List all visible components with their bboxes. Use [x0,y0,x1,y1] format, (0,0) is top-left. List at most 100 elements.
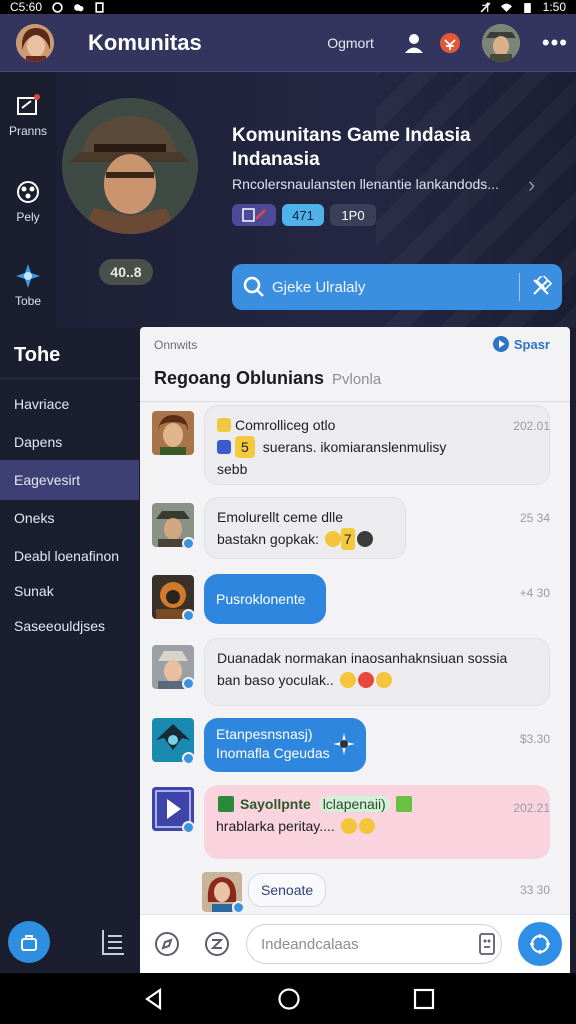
mute-icon [480,1,491,12]
message-bubble[interactable]: Sayollpnte lclapenaii) hrablarka peritay… [204,785,550,859]
channel-item-label: Saseeouldjses [14,618,106,634]
message-text: Comrolliceg otlo [235,417,336,433]
search-bar [232,264,562,310]
system-nav-bar [0,973,576,1024]
message-bubble[interactable]: Comrolliceg otlo 5 suerans. ikomiaranslen… [204,405,550,485]
gem-icon [395,796,412,812]
message-text: suerans. ikomiaranslenmulisy [262,439,447,455]
emoji-icon [358,818,375,834]
status-time-right: 1:50 [542,0,566,14]
channel-item[interactable]: Havriace [0,384,139,424]
number-badge: 7 [340,528,355,550]
app-title: Komunitas [88,29,202,55]
send-button[interactable] [518,922,562,966]
channel-item[interactable]: Dapens [0,422,139,462]
channel-item-label: Dapens [14,434,63,450]
emoji-picker-icon[interactable] [204,931,230,957]
message-text: Pusroklonente [216,591,306,607]
message-text: hrablarka peritay.... [216,818,335,834]
alert-icon[interactable] [438,31,462,55]
recents-icon[interactable] [412,987,436,1011]
message-text: bastakn gopkak: [217,531,319,547]
online-indicator [182,821,195,834]
message-bubble[interactable]: Duanadak normakan inaosanhaknsiuan sossi… [204,638,550,706]
label-chip[interactable]: 1P0 [330,204,376,226]
message-bubble[interactable]: Senoate [248,873,326,907]
divider [140,401,570,402]
back-icon[interactable] [142,987,166,1011]
user-avatar[interactable] [481,23,520,62]
game-icon [217,440,231,454]
tag-icon [217,418,231,432]
message-text: sebb [217,461,248,477]
cloud-icon [74,3,84,11]
search-input[interactable] [272,278,509,296]
chat-panel: Onnwits Spasr Regoang Oblunians Pvlonla … [140,327,570,973]
share-chip[interactable] [232,204,276,226]
panel-title: Regoang Oblunians [154,368,325,388]
message-time: 202.21 [513,801,550,815]
channel-item[interactable]: Deabl loenafinon [0,536,139,576]
edit-icon [14,92,42,120]
home-icon[interactable] [277,987,301,1011]
channel-item-active[interactable]: Eagevesirt [0,460,139,500]
rail-item-label: Tobe [14,294,42,308]
sparkle-icon [333,733,355,755]
message-tag: lclapenaii) [318,796,390,812]
emoji-icon [356,531,373,547]
channel-item[interactable]: Sunak [0,571,139,611]
more-icon[interactable]: ••• [542,30,568,56]
message-bubble[interactable]: Emolurellt ceme dlle bastakn gopkak: 7 [204,497,406,559]
bag-icon [21,935,37,951]
pin-icon[interactable] [530,276,552,298]
community-title: Komunitans Game Indasia Indanasia [232,125,471,170]
compass-icon[interactable] [154,931,180,957]
message-bubble[interactable]: Pusroklonente [204,574,326,624]
status-time-left: C5:60 [10,0,43,14]
chevron-right-icon[interactable]: › [528,172,535,198]
play-icon [14,178,42,206]
divider [0,378,139,379]
channel-item[interactable]: Saseeouldjses [0,606,139,646]
left-rail: Pranns Pely Tobe [0,72,56,328]
search-icon [243,276,264,297]
notification-icon [52,1,63,13]
profile-icon[interactable] [402,31,426,55]
community-portrait[interactable] [62,98,198,234]
channel-item-label: Havriace [14,396,70,412]
channel-item-label: Deabl loenafinon [14,548,120,564]
avatar[interactable] [152,411,194,455]
channel-item[interactable]: Oneks [0,498,139,538]
message-time: +4 30 [519,586,550,600]
online-indicator [182,609,195,622]
hero-chips: 471 1P0 [232,204,376,226]
play-circle-icon [492,336,509,352]
message-time: $3.30 [519,732,550,746]
wifi-icon [500,3,512,12]
panel-title-sub: Pvlonla [332,371,382,388]
count-chip[interactable]: 471 [282,204,324,226]
emoji-icon [324,531,341,547]
bag-button[interactable] [8,921,50,963]
member-count-badge: 40..8 [99,259,153,285]
list-icon[interactable] [100,928,126,956]
online-indicator [182,752,195,765]
attachment-icon[interactable] [478,932,496,956]
rail-item-pely[interactable]: Pely [0,178,56,224]
message-text: Sayollpnte [240,796,311,812]
emoji-icon [340,818,357,834]
rail-item-pranns[interactable]: Pranns [0,92,56,138]
app-logo-avatar[interactable] [16,23,54,62]
message-time: 25 34 [519,511,550,525]
appbar-link[interactable]: Ogmort [327,35,374,51]
message-input[interactable] [246,924,502,964]
spasr-button[interactable]: Spasr [492,335,550,353]
number-badge: 5 [235,436,255,458]
share-icon [242,208,266,222]
channel-item-label: Oneks [14,510,55,526]
message-bubble[interactable]: Etanpesnsnasj) Inomafla Cgeudas [204,718,366,772]
message-text: Senoate [261,882,314,898]
rail-item-tobe[interactable]: Tobe [0,262,56,308]
spark-icon [14,262,42,290]
channel-item-label: Eagevesirt [14,472,81,488]
